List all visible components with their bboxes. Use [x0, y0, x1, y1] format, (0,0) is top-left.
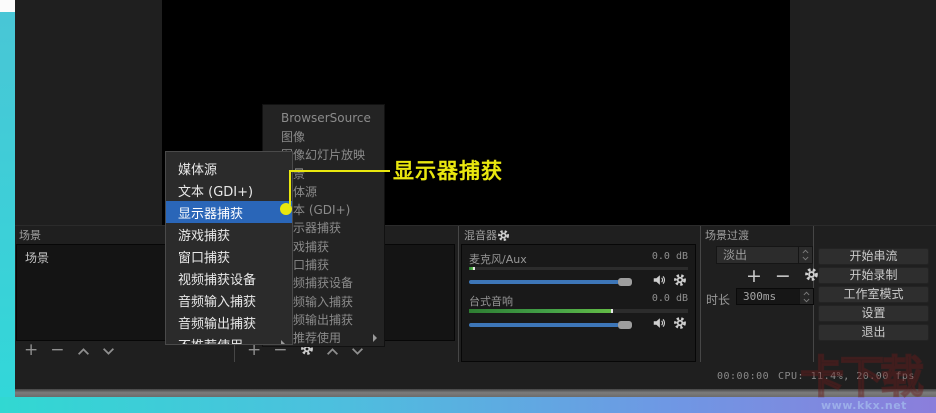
watermark-url: www.kkx.net — [821, 399, 907, 412]
menu-item-text-gdi[interactable]: 文本 (GDI+) — [166, 179, 292, 201]
transition-properties-gear-icon[interactable] — [804, 267, 819, 286]
frame-gradient-bar — [0, 397, 936, 413]
channel-name: 麦克风/Aux — [469, 251, 527, 265]
frame-gray-bar — [15, 389, 936, 397]
audio-meter — [469, 309, 688, 313]
mute-speaker-icon[interactable] — [652, 272, 666, 291]
stream-time: 00:00:00 — [717, 371, 769, 382]
channel-db-value: 0.0 dB — [652, 293, 688, 307]
dock-divider — [15, 225, 936, 226]
transitions-dock-title: 场景过渡 — [705, 227, 749, 243]
menu-item-audio-input-capture[interactable]: 音频输入捕获 — [166, 289, 292, 311]
scene-down-button[interactable] — [102, 341, 115, 360]
dock-splitter[interactable] — [700, 226, 701, 362]
obs-window: 场景 场景 + − + − 混音器 麦克风/Aux 0.0 dB — [15, 0, 936, 389]
mixer-panel: 麦克风/Aux 0.0 dB — [461, 244, 696, 362]
duration-label: 时长 — [706, 291, 730, 308]
menu-item[interactable]: 图像 — [263, 127, 384, 145]
channel-name: 台式音响 — [469, 293, 513, 307]
mixer-channel: 麦克风/Aux 0.0 dB — [469, 251, 688, 288]
start-streaming-button[interactable]: 开始串流 — [818, 248, 929, 265]
menu-item-window-capture[interactable]: 窗口捕获 — [166, 245, 292, 267]
volume-slider-handle[interactable] — [618, 278, 632, 286]
menu-item-display-capture[interactable]: 显示器捕获 — [166, 201, 292, 223]
add-source-menu: 媒体源 文本 (GDI+) 显示器捕获 游戏捕获 窗口捕获 视频捕获设备 音频输… — [165, 151, 293, 345]
dock-splitter[interactable] — [458, 226, 459, 362]
studio-mode-button[interactable]: 工作室模式 — [818, 286, 929, 303]
menu-item[interactable]: BrowserSource — [263, 109, 384, 127]
annotation-callout-line — [289, 170, 390, 172]
chevron-up-icon — [802, 249, 809, 254]
transition-select[interactable]: 淡出 — [716, 246, 813, 264]
annotation-label: 显示器捕获 — [393, 155, 503, 185]
add-scene-button[interactable]: + — [24, 343, 38, 358]
settings-button[interactable]: 设置 — [818, 305, 929, 322]
cpu-fps-status: CPU: 11.4%, 20.00 fps — [778, 371, 915, 382]
volume-slider[interactable] — [469, 280, 634, 284]
scene-up-button[interactable] — [77, 341, 90, 360]
menu-item-media-source[interactable]: 媒体源 — [166, 157, 292, 179]
start-recording-button[interactable]: 开始录制 — [818, 267, 929, 284]
scenes-toolbar: + − — [24, 342, 115, 358]
menu-item-audio-output-capture[interactable]: 音频输出捕获 — [166, 311, 292, 333]
screenshot-root: 场景 场景 + − + − 混音器 麦克风/Aux 0.0 dB — [0, 0, 936, 413]
submenu-arrow-icon — [281, 340, 285, 345]
volume-slider[interactable] — [469, 323, 634, 327]
volume-slider-handle[interactable] — [618, 321, 632, 329]
duration-spinbox[interactable]: 300ms — [736, 288, 814, 305]
menu-item-deprecated[interactable]: 不推荐使用 — [166, 333, 292, 345]
annotation-dot — [280, 203, 292, 215]
menu-item-video-capture-device[interactable]: 视频捕获设备 — [166, 267, 292, 289]
remove-transition-button[interactable]: − — [775, 267, 791, 285]
scenes-dock-title: 场景 — [19, 227, 41, 243]
submenu-arrow-icon — [373, 334, 377, 342]
chevron-down-icon — [803, 298, 810, 303]
mute-speaker-icon[interactable] — [652, 315, 666, 334]
channel-settings-gear-icon[interactable] — [673, 272, 687, 291]
audio-meter — [469, 267, 688, 270]
annotation-callout-line — [289, 170, 291, 205]
chevron-up-icon — [803, 291, 810, 296]
channel-settings-gear-icon[interactable] — [673, 315, 687, 334]
channel-db-value: 0.0 dB — [652, 251, 688, 265]
dropdown-spinner[interactable] — [798, 247, 812, 263]
chevron-down-icon — [802, 256, 809, 261]
remove-scene-button[interactable]: − — [50, 343, 64, 358]
duration-value: 300ms — [737, 289, 799, 304]
add-transition-button[interactable]: + — [746, 267, 762, 285]
mixer-dock-title: 混音器 — [464, 227, 497, 243]
transitions-toolbar: + − — [746, 266, 819, 286]
background-window-strip — [0, 12, 15, 397]
menu-item-game-capture[interactable]: 游戏捕获 — [166, 223, 292, 245]
transition-selected-value: 淡出 — [717, 247, 798, 263]
exit-button[interactable]: 退出 — [818, 324, 929, 341]
mixer-channel: 台式音响 0.0 dB — [469, 293, 688, 331]
spinbox-spinner[interactable] — [799, 289, 813, 304]
